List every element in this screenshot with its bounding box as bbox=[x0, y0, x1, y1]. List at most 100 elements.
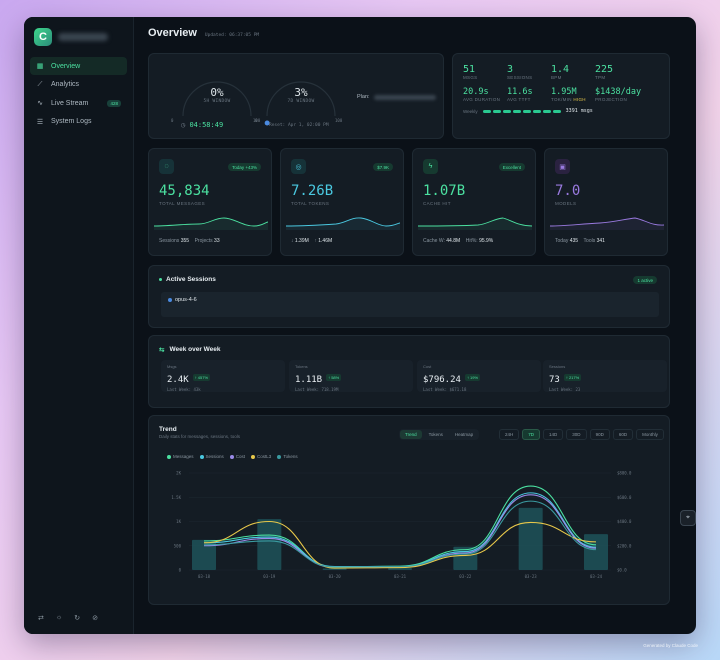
sidebar-item-label: System Logs bbox=[51, 118, 92, 125]
tile-foot2-label: ↑ bbox=[314, 238, 317, 244]
tile-foot1-value: 355 bbox=[180, 238, 190, 244]
tile-pill: $7.9K bbox=[373, 163, 393, 171]
tile-label: TOTAL MESSAGES bbox=[159, 201, 206, 206]
sidebar-item-label: Overview bbox=[51, 62, 81, 70]
active-sessions-card: Active Sessions 1 active opus-4-6 bbox=[148, 265, 670, 328]
tile-label: MODELS bbox=[555, 201, 577, 206]
chat-icon: ◌ bbox=[159, 159, 174, 174]
stat-projection-label: PROJECTION bbox=[595, 97, 628, 102]
translate-icon[interactable]: ⇄ bbox=[38, 614, 44, 622]
wow-header: ⇆ Week over Week bbox=[159, 346, 221, 354]
tile-foot2-value: 33 bbox=[214, 238, 220, 244]
sidebar-item-analytics[interactable]: ⟋ Analytics bbox=[30, 76, 127, 94]
list-icon: ☰ bbox=[36, 118, 44, 126]
tile-foot1-label: Today bbox=[555, 238, 569, 244]
updated-timestamp: Updated: 06:37:05 PM bbox=[204, 33, 260, 38]
stat-avg-duration-label: AVG DURATION bbox=[463, 97, 501, 102]
gauge-5h: 0% 5H WINDOW bbox=[183, 86, 251, 104]
tile-foot1-value: 1.39M bbox=[294, 238, 309, 244]
tile-value: 45,834 bbox=[159, 183, 210, 199]
main-content: Overview Updated: 06:37:05 PM 0 100 0 10… bbox=[134, 17, 696, 634]
tile-foot1-value: 44.8M bbox=[446, 238, 461, 244]
trend-card: Trend Daily stats for messages, sessions… bbox=[148, 415, 670, 605]
x-tick-label: 03-18 bbox=[198, 574, 211, 579]
live-stats-row2: 20.9s AVG DURATION 11.6s AVG TTFT 1.95M TOK… bbox=[463, 87, 659, 102]
stat-avg-duration-value: 20.9s bbox=[463, 87, 489, 97]
session-dot-icon bbox=[168, 298, 172, 302]
wow-tokens-last: Last Week: 718.19M bbox=[295, 387, 339, 392]
stat-tile: ϟ Excellent 1.07B CACHE HIT Cache W: 44.… bbox=[412, 148, 536, 256]
stat-sessions-value: 3 bbox=[507, 64, 514, 75]
plan-value-redacted bbox=[373, 94, 436, 100]
refresh-icon[interactable]: ↻ bbox=[74, 614, 80, 622]
sidebar-nav: ▦ Overview ⟋ Analytics ∿ Live Stream 428… bbox=[24, 57, 133, 131]
live-stats-card: 51 MSGS 3 SESSIONS 1.4 BPM 225 TPM 20.9s AVG … bbox=[452, 53, 670, 139]
page-title: Overview bbox=[148, 27, 197, 39]
tile-sparkline bbox=[286, 217, 400, 230]
tile-label: CACHE HIT bbox=[423, 201, 451, 206]
wow-sessions-change: ↑ 217% bbox=[563, 374, 582, 382]
wow-msgs: Msgs 2.4K ↑ 457% Last Week: 43k bbox=[161, 360, 285, 392]
bolt-icon: ϟ bbox=[423, 159, 438, 174]
bar bbox=[322, 568, 347, 570]
stat-avg-ttft-value: 11.6s bbox=[507, 87, 533, 97]
floating-action-button[interactable]: ⌖ bbox=[680, 510, 696, 526]
weekly-label: Weekly bbox=[463, 108, 478, 114]
session-model: opus-4-6 bbox=[175, 297, 197, 303]
sun-icon[interactable]: ☼ bbox=[56, 614, 62, 622]
stat-tpm-value: 225 bbox=[595, 64, 614, 75]
y2-tick-label: $600.0 bbox=[617, 495, 632, 500]
stat-tile: ◌ Today +43% 45,834 TOTAL MESSAGES Sessi… bbox=[148, 148, 272, 256]
gauge-5h-tick-min: 0 bbox=[171, 118, 174, 123]
sidebar-item-overview[interactable]: ▦ Overview bbox=[30, 57, 127, 75]
week-over-week-card: ⇆ Week over Week Msgs 2.4K ↑ 457% Last We… bbox=[148, 335, 670, 408]
tile-foot2-label: Projects bbox=[194, 238, 213, 244]
stat-bpm-label: BPM bbox=[551, 75, 562, 80]
tile-sparkline bbox=[154, 217, 268, 230]
weekly-row: Weekly 3391 msgs bbox=[463, 108, 659, 114]
cursor-icon: ⌖ bbox=[686, 514, 690, 521]
trend-chart: 2K $800.0 1.5K $600.0 1K $400.0 500 $200.0 0 $0.0… bbox=[171, 471, 632, 580]
stat-tok-min-tag: HIGH bbox=[573, 97, 586, 102]
app-window: C ▦ Overview ⟋ Analytics ∿ Live Stream 4… bbox=[24, 17, 696, 634]
gauge-5h-timer-text: 04:58:49 bbox=[189, 121, 224, 129]
eye-off-icon[interactable]: ⊘ bbox=[92, 614, 98, 622]
stat-avg-duration: 20.9s AVG DURATION bbox=[463, 87, 507, 102]
y2-tick-label: $400.0 bbox=[617, 519, 632, 524]
active-sessions-badge: 1 active bbox=[633, 276, 657, 284]
tile-foot2-value: 341 bbox=[596, 238, 605, 244]
bar bbox=[257, 519, 282, 570]
stat-sessions: 3 SESSIONS bbox=[507, 64, 551, 80]
session-row[interactable]: opus-4-6 bbox=[161, 292, 659, 317]
logo-row: C bbox=[24, 17, 133, 57]
wow-tokens-change: ↑ 58% bbox=[326, 374, 342, 382]
x-tick-label: 03-20 bbox=[329, 574, 342, 579]
page-header: Overview Updated: 06:37:05 PM bbox=[148, 27, 682, 55]
x-tick-label: 03-24 bbox=[590, 574, 603, 579]
sidebar-item-system-logs[interactable]: ☰ System Logs bbox=[30, 113, 127, 131]
stat-msgs-value: 51 bbox=[463, 64, 476, 75]
plan-label: Plan: bbox=[357, 94, 370, 100]
active-sessions-header: Active Sessions bbox=[159, 276, 216, 283]
tile-pill: Today +43% bbox=[228, 163, 261, 171]
x-tick-label: 03-23 bbox=[525, 574, 538, 579]
active-sessions-title: Active Sessions bbox=[166, 276, 216, 283]
tile-sparkline bbox=[550, 217, 664, 230]
cpu-icon: ▣ bbox=[555, 159, 570, 174]
weekly-progress bbox=[482, 109, 561, 113]
tile-foot2-value: 95.9% bbox=[479, 238, 494, 244]
tile-value: 7.0 bbox=[555, 183, 581, 199]
sidebar-item-label: Analytics bbox=[51, 81, 80, 88]
tile-footer: Cache W: 44.8M Hit%: 95.9% bbox=[423, 238, 493, 244]
tile-value: 1.07B bbox=[423, 183, 466, 199]
y-tick-label: 0 bbox=[179, 568, 182, 573]
sidebar-item-live-stream[interactable]: ∿ Live Stream 428 bbox=[30, 94, 127, 112]
stat-avg-ttft: 11.6s AVG TTFT bbox=[507, 87, 551, 102]
gauge-7d-label: 7D WINDOW bbox=[287, 99, 315, 104]
bar bbox=[584, 534, 608, 570]
tile-footer: ↓ 1.39M ↑ 1.46M bbox=[291, 238, 332, 244]
stat-tile: ▣ 7.0 MODELS Today 435 Tools 341 bbox=[544, 148, 668, 256]
gauge-5h-label: 5H WINDOW bbox=[203, 99, 231, 104]
tile-foot2-value: 1.46M bbox=[318, 238, 333, 244]
tile-foot1-label: Cache W: bbox=[423, 238, 445, 244]
